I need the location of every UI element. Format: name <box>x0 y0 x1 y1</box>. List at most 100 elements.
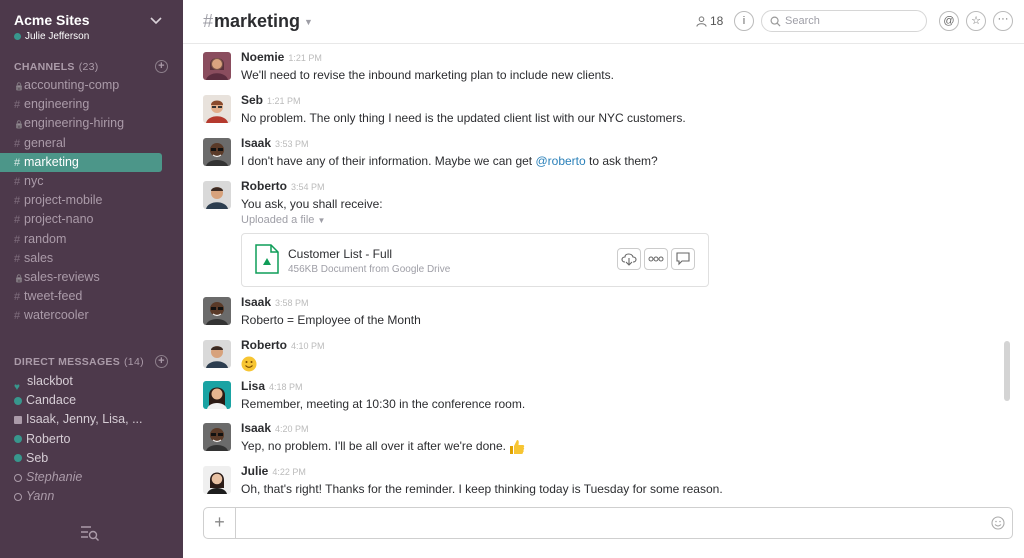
message-text: I don't have any of their information. M… <box>241 154 993 169</box>
member-count-button[interactable]: 18 <box>696 14 723 28</box>
avatar[interactable] <box>203 95 231 123</box>
sender-name[interactable]: Isaak <box>241 295 271 309</box>
presence-online-icon <box>14 435 22 444</box>
sender-name[interactable]: Isaak <box>241 421 271 435</box>
heart-icon: ♥ <box>14 381 20 393</box>
sender-name[interactable]: Isaak <box>241 136 271 150</box>
file-description: 456KB Document from Google Drive <box>288 264 451 275</box>
avatar[interactable] <box>203 138 231 166</box>
channel-label: accounting-comp <box>24 78 120 92</box>
file-attachment[interactable]: Customer List - Full 456KB Document from… <box>241 233 709 287</box>
sidebar: Acme Sites Julie Jefferson CHANNELS (23)… <box>0 0 183 558</box>
sidebar-dm-roberto[interactable]: Roberto <box>0 430 183 449</box>
upload-label[interactable]: Uploaded a file ▼ <box>241 214 993 226</box>
direct-messages-header[interactable]: DIRECT MESSAGES (14) + <box>14 355 168 368</box>
avatar[interactable] <box>203 52 231 80</box>
quick-switcher-icon[interactable] <box>80 524 100 542</box>
comment-icon[interactable] <box>671 248 695 270</box>
timestamp[interactable]: 3:54 PM <box>291 182 325 192</box>
emoji-picker-icon[interactable] <box>984 509 1012 537</box>
chevron-down-icon[interactable] <box>149 14 163 28</box>
sidebar-channel-nyc[interactable]: # nyc <box>0 172 183 191</box>
sidebar-channel-watercooler[interactable]: # watercooler <box>0 306 183 325</box>
timestamp[interactable]: 3:53 PM <box>275 139 309 149</box>
message-composer: + <box>203 507 1013 539</box>
sidebar-channel-accounting-comp[interactable]: 🔒accounting-comp <box>0 76 183 95</box>
timestamp[interactable]: 1:21 PM <box>267 96 301 106</box>
channel-label: marketing <box>24 154 79 169</box>
channel-label: tweet-feed <box>24 289 83 304</box>
add-dm-icon[interactable]: + <box>155 355 168 368</box>
download-icon[interactable] <box>617 248 641 270</box>
hash-icon: # <box>14 195 21 208</box>
star-icon[interactable]: ☆ <box>966 11 986 31</box>
sidebar-channel-general[interactable]: # general <box>0 134 183 153</box>
sidebar-channel-sales-reviews[interactable]: 🔒sales-reviews <box>0 268 183 287</box>
hash-icon: # <box>14 214 21 227</box>
sidebar-channel-sales[interactable]: # sales <box>0 249 183 268</box>
search-box[interactable] <box>761 10 927 32</box>
message-text: Yep, no problem. I'll be all over it aft… <box>241 439 993 455</box>
message-input[interactable] <box>236 509 984 537</box>
channel-title[interactable]: # marketing ▼ <box>203 11 313 32</box>
hash-icon: # <box>14 156 21 169</box>
sender-name[interactable]: Roberto <box>241 179 287 193</box>
person-icon <box>696 15 707 27</box>
dm-label: Roberto <box>26 431 71 446</box>
lock-icon: 🔒 <box>14 120 24 130</box>
avatar[interactable] <box>203 423 231 451</box>
dm-label: Candace <box>26 393 77 408</box>
channel-label: sales-reviews <box>24 269 100 284</box>
avatar[interactable] <box>203 297 231 325</box>
team-menu[interactable]: Acme Sites Julie Jefferson <box>14 12 169 46</box>
sender-name[interactable]: Seb <box>241 93 263 107</box>
channel-label: sales <box>24 250 54 265</box>
message-text: Remember, meeting at 10:30 in the confer… <box>241 397 526 411</box>
file-name[interactable]: Customer List - Full <box>288 247 392 261</box>
sidebar-channel-project-nano[interactable]: # project-nano <box>0 210 183 229</box>
timestamp[interactable]: 4:22 PM <box>272 467 306 477</box>
channel-label: engineering-hiring <box>24 116 125 131</box>
search-input[interactable] <box>785 15 915 27</box>
message-list: Noemie 1:21 PM We'll need to revise the i… <box>183 45 1013 503</box>
sender-name[interactable]: Julie <box>241 464 268 478</box>
timestamp[interactable]: 4:20 PM <box>275 424 309 434</box>
sidebar-channel-engineering[interactable]: # engineering <box>0 95 183 114</box>
sidebar-dm-seb[interactable]: Seb <box>0 449 183 468</box>
more-icon[interactable]: ··· <box>993 11 1013 31</box>
sidebar-channel-project-mobile[interactable]: # project-mobile <box>0 191 183 210</box>
sidebar-dm-stephanie[interactable]: Stephanie <box>0 468 183 487</box>
plus-icon[interactable]: + <box>204 508 236 538</box>
sidebar-dm-slackbot[interactable]: ♥ slackbot <box>0 372 183 393</box>
sidebar-channel-engineering-hiring[interactable]: 🔒engineering-hiring <box>0 114 183 133</box>
sender-name[interactable]: Roberto <box>241 338 287 352</box>
add-channel-icon[interactable]: + <box>155 60 168 73</box>
sidebar-channel-marketing[interactable]: # marketing <box>0 152 162 172</box>
lock-icon: 🔒 <box>14 82 24 91</box>
avatar[interactable] <box>203 340 231 368</box>
channel-hash: # <box>203 11 214 31</box>
avatar[interactable] <box>203 181 231 209</box>
timestamp[interactable]: 3:58 PM <box>275 298 309 308</box>
timestamp[interactable]: 1:21 PM <box>288 53 322 63</box>
sidebar-channel-tweet-feed[interactable]: # tweet-feed <box>0 287 183 306</box>
sender-name[interactable]: Lisa <box>241 379 265 393</box>
timestamp[interactable]: 4:18 PM <box>269 382 303 392</box>
channels-header[interactable]: CHANNELS (23) + <box>14 60 168 73</box>
user-mention-link[interactable]: @roberto <box>535 154 585 168</box>
info-icon[interactable]: i <box>734 11 754 31</box>
scrollbar[interactable] <box>1004 341 1010 401</box>
mentions-icon[interactable]: @ <box>939 11 959 31</box>
avatar[interactable] <box>203 466 231 494</box>
sidebar-channel-random[interactable]: # random <box>0 230 183 249</box>
more-actions-icon[interactable] <box>644 248 668 270</box>
timestamp[interactable]: 4:10 PM <box>291 341 325 351</box>
sender-name[interactable]: Noemie <box>241 50 284 64</box>
sidebar-dm-yann[interactable]: Yann <box>0 487 183 506</box>
channel-header: # marketing ▼ 18 i @ ☆ ··· <box>183 0 1024 44</box>
sidebar-dm-candace[interactable]: Candace <box>0 391 183 410</box>
avatar[interactable] <box>203 381 231 409</box>
message-text-part: I don't have any of their information. M… <box>241 154 536 168</box>
current-user: Julie Jefferson <box>14 31 169 42</box>
sidebar-dm-isaak-jenny-lisa[interactable]: Isaak, Jenny, Lisa, ... <box>0 410 183 429</box>
